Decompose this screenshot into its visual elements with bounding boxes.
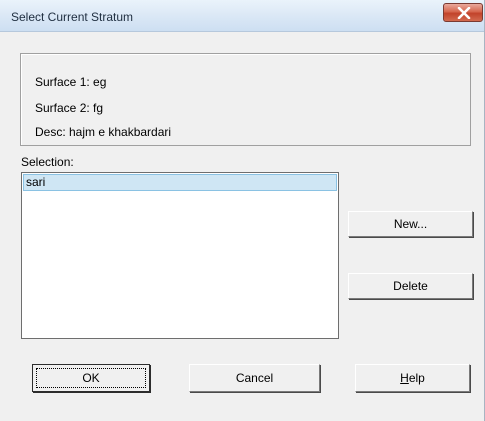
help-button-label: elp xyxy=(408,371,425,385)
stratum-listbox[interactable]: sari xyxy=(21,172,339,339)
delete-button[interactable]: Delete xyxy=(348,273,473,299)
dialog-window: Select Current Stratum Surface 1: eg Sur… xyxy=(0,0,485,421)
description-text: Desc: hajm e khakbardari xyxy=(35,125,172,139)
surface-1-text: Surface 1: eg xyxy=(35,75,107,89)
surface-2-text: Surface 2: fg xyxy=(35,101,104,115)
list-item[interactable]: sari xyxy=(23,174,337,191)
focus-rectangle xyxy=(36,368,146,388)
window-title: Select Current Stratum xyxy=(11,10,134,24)
help-button[interactable]: Help xyxy=(355,364,470,392)
help-mnemonic: H xyxy=(400,371,409,385)
new-button[interactable]: New... xyxy=(348,211,473,237)
ok-button[interactable]: OK xyxy=(32,364,150,392)
title-bar[interactable]: Select Current Stratum xyxy=(0,0,484,32)
selection-label: Selection: xyxy=(21,155,74,169)
stratum-info-group: Surface 1: eg Surface 2: fg Desc: hajm e… xyxy=(20,53,471,146)
close-button[interactable] xyxy=(443,3,483,22)
cancel-button[interactable]: Cancel xyxy=(189,364,320,392)
close-icon xyxy=(457,7,471,19)
